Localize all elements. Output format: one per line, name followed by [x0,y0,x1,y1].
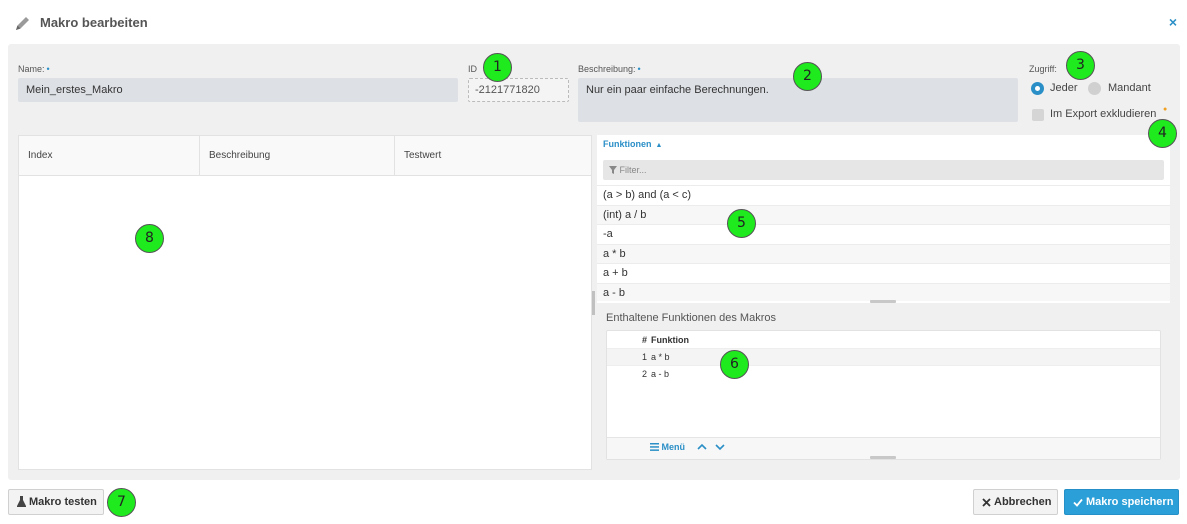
access-option-mandant-label: Mandant [1108,82,1151,94]
functions-filter-input[interactable]: Filter... [603,160,1164,180]
close-icon[interactable]: × [1169,15,1177,29]
functions-header[interactable]: Funktionen ▲ [603,139,662,149]
contained-functions-title: Enthaltene Funktionen des Makros [606,312,776,324]
access-option-jeder-label: Jeder [1050,82,1078,94]
contained-header-row: # Funktion [607,331,1160,349]
id-field: -2121771820 [468,78,569,102]
check-icon [1073,498,1083,507]
annotation-badge: 4 [1148,119,1177,148]
contained-functions-table: # Funktion 1 a * b 2 a - b Menü [606,330,1161,460]
table-row[interactable]: 2 a - b [607,365,1160,382]
access-radio-jeder[interactable] [1031,82,1044,95]
panel-splitter[interactable] [592,291,595,315]
access-radio-mandant[interactable] [1088,82,1101,95]
parameters-table: Index Beschreibung Testwert [18,135,592,470]
functions-panel: Funktionen ▲ Filter... (a > b) and (a < c… [597,135,1170,303]
annotation-badge: 7 [107,488,136,517]
column-header-number: # [641,335,647,345]
function-item[interactable]: a - b [597,283,1170,301]
row-function: a - b [651,369,670,379]
menu-icon [650,443,659,451]
name-label: Name: • [18,64,50,74]
description-label: Beschreibung: • [578,64,641,74]
id-label: ID [468,64,477,74]
column-header-function: Funktion [651,335,689,345]
row-number: 1 [641,352,647,362]
annotation-badge: 2 [793,62,822,91]
table-header-row: Index Beschreibung Testwert [19,136,591,176]
annotation-badge: 3 [1066,51,1095,80]
column-header-testvalue[interactable]: Testwert [395,136,591,176]
access-label: Zugriff: [1029,64,1057,74]
column-header-description[interactable]: Beschreibung [200,136,395,176]
annotation-badge: 8 [135,224,164,253]
function-item[interactable]: a * b [597,244,1170,263]
function-item[interactable]: (int) a / b [597,205,1170,224]
test-macro-button[interactable]: Makro testen [8,489,104,515]
info-icon: ● [1163,106,1168,113]
save-macro-button[interactable]: Makro speichern [1064,489,1179,515]
table-row[interactable]: 1 a * b [607,348,1160,365]
contained-resize-handle[interactable] [870,456,896,459]
column-header-index[interactable]: Index [19,136,200,176]
menu-button[interactable]: Menü [650,442,685,452]
pencil-icon [14,14,32,32]
row-function: a * b [651,352,670,362]
annotation-badge: 1 [483,53,512,82]
sort-up-icon: ▲ [655,142,663,149]
annotation-badge: 6 [720,350,749,379]
filter-icon [609,166,617,174]
name-input[interactable]: Mein_erstes_Makro [18,78,458,102]
export-exclude-label: Im Export exkludieren [1050,108,1157,120]
annotation-badge: 5 [727,209,756,238]
function-item[interactable]: (a > b) and (a < c) [597,185,1170,204]
x-icon [982,498,991,507]
dialog-title: Makro bearbeiten [40,15,148,30]
function-item[interactable]: -a [597,224,1170,243]
export-exclude-checkbox[interactable] [1032,109,1044,121]
arrow-down-icon[interactable] [713,440,727,454]
row-number: 2 [641,369,647,379]
arrow-up-icon[interactable] [695,440,709,454]
dialog-titlebar: Makro bearbeiten × [0,0,1187,44]
function-item[interactable]: a + b [597,263,1170,282]
flask-icon [17,496,26,507]
cancel-button[interactable]: Abbrechen [973,489,1058,515]
functions-resize-handle[interactable] [870,300,896,303]
filter-placeholder: Filter... [619,165,647,175]
